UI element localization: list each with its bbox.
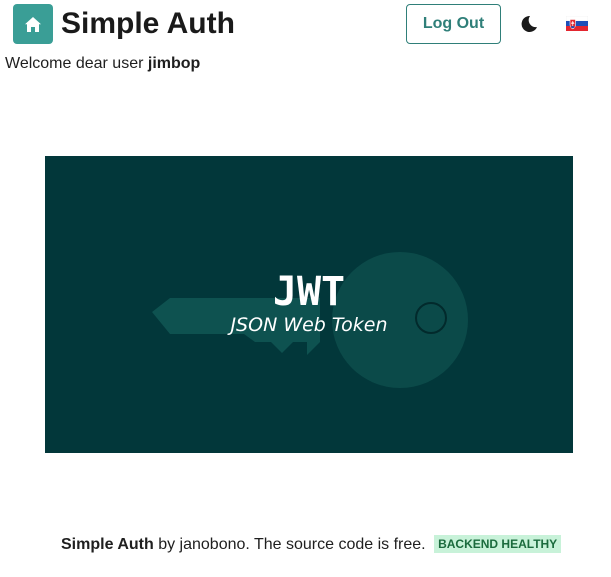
jwt-banner-image: JWT JSON Web Token	[152, 252, 468, 388]
home-button[interactable]	[13, 4, 53, 44]
welcome-message: Welcome dear user jimbop	[5, 54, 200, 74]
welcome-prefix: Welcome dear user	[5, 55, 144, 72]
language-switcher[interactable]	[565, 15, 589, 31]
moon-icon	[521, 15, 537, 32]
banner-subtitle: JSON Web Token	[226, 314, 387, 336]
banner-title: JWT	[273, 269, 345, 315]
theme-toggle-button[interactable]	[517, 12, 541, 36]
footer-brand: Simple Auth	[61, 536, 154, 553]
footer-text: by janobono. The source code is free.	[153, 536, 431, 553]
footer: Simple Auth by janobono. The source code…	[61, 535, 562, 555]
page: Simple Auth Log Out Welcome dear user ji…	[0, 0, 611, 577]
status-badge: BACKEND HEALTHY	[434, 535, 562, 553]
slovak-flag-icon	[565, 15, 589, 31]
home-icon	[25, 16, 41, 32]
username: jimbop	[147, 55, 201, 72]
jwt-banner: JWT JSON Web Token	[45, 156, 573, 453]
logout-button[interactable]: Log Out	[406, 4, 501, 44]
app-title: Simple Auth	[61, 7, 235, 40]
